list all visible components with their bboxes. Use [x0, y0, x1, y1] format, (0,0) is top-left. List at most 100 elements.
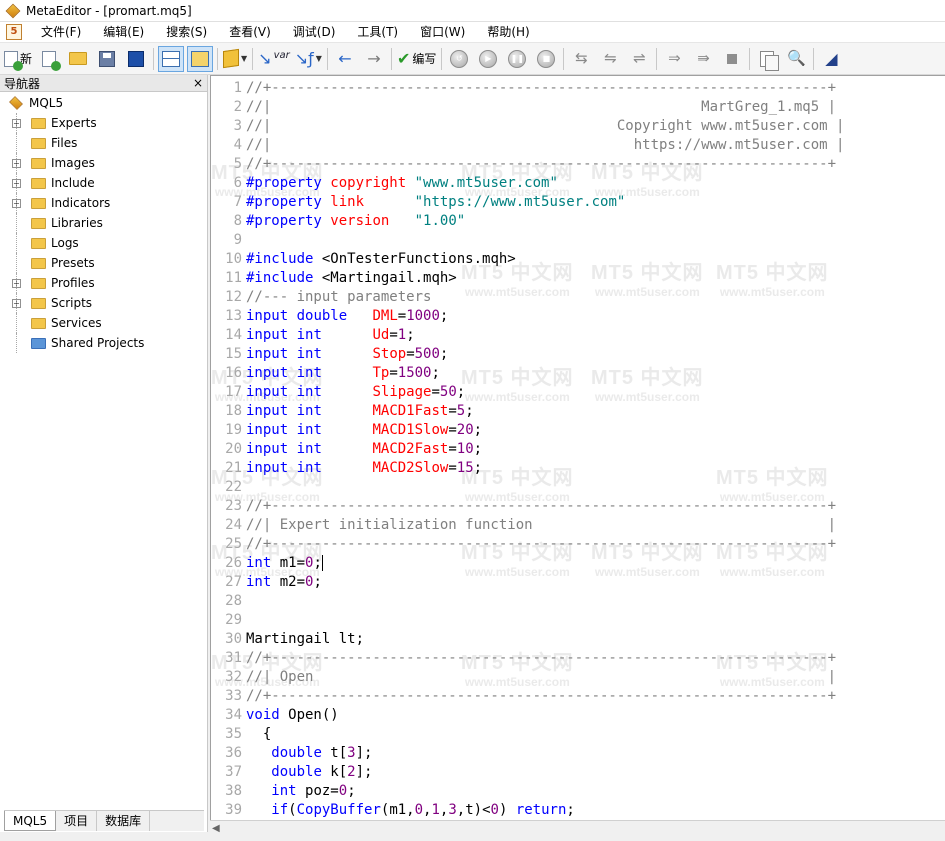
tree-item[interactable]: + Experts: [0, 113, 207, 133]
line-number: 12: [225, 289, 242, 305]
code-token: //+-------------------------------------…: [246, 80, 837, 96]
code-token: int: [296, 460, 322, 476]
stop-profile-button[interactable]: [719, 46, 745, 72]
code-text: double k[2];: [244, 763, 372, 782]
scroll-left-icon[interactable]: ◀: [212, 823, 220, 834]
toolbar-separator: [326, 47, 328, 70]
play-icon: ▶: [479, 49, 498, 68]
code-text: //| MartGreg_1.mq5 |: [244, 98, 836, 117]
horizontal-scrollbar[interactable]: ◀: [210, 820, 945, 837]
tree-item[interactable]: Files: [0, 133, 207, 153]
start-debug-button[interactable]: ▶: [475, 46, 501, 72]
folder-icon: [31, 137, 46, 149]
search-document-icon: 🔍: [787, 49, 806, 67]
tree-connector: [16, 293, 17, 313]
tree-connector: [16, 153, 17, 173]
new-button[interactable]: 新: [3, 46, 33, 72]
reference-book-icon: [223, 48, 240, 69]
menu-item[interactable]: 窗口(W): [409, 22, 476, 43]
document-icon[interactable]: 5: [6, 24, 22, 40]
line-number: 28: [225, 593, 242, 609]
line-number: 19: [225, 422, 242, 438]
tree-item[interactable]: Libraries: [0, 213, 207, 233]
save-button[interactable]: [94, 46, 120, 72]
menu-item[interactable]: 查看(V): [218, 22, 282, 43]
navigator-tab[interactable]: 数据库: [97, 811, 151, 831]
code-token: version: [330, 213, 390, 229]
tree-root-mql5[interactable]: MQL5: [0, 93, 207, 113]
tree-item[interactable]: + Include: [0, 173, 207, 193]
menu-item[interactable]: 帮助(H): [476, 22, 540, 43]
save-all-button[interactable]: [123, 46, 149, 72]
menu-item[interactable]: 编辑(E): [92, 22, 155, 43]
open-button[interactable]: [65, 46, 91, 72]
code-token: 0: [338, 783, 348, 799]
pause-icon: ❚❚: [508, 49, 527, 68]
toolbox-toggle-button[interactable]: [187, 45, 214, 72]
navigator-tab[interactable]: 项目: [56, 811, 98, 831]
navigator-title: 导航器: [4, 76, 41, 91]
back-button[interactable]: ←: [332, 46, 358, 72]
tree-item-label: Presets: [51, 256, 95, 270]
menu-item[interactable]: 文件(F): [30, 22, 92, 43]
code-token: void: [246, 707, 280, 723]
code-token: m1=: [271, 555, 306, 571]
tree-item[interactable]: + Indicators: [0, 193, 207, 213]
insert-variable-button[interactable]: ↘ var: [257, 46, 291, 72]
tree-item[interactable]: + Profiles: [0, 273, 207, 293]
stop-debug-button[interactable]: ■: [533, 46, 559, 72]
debug-history-button[interactable]: ↺: [446, 46, 472, 72]
pause-debug-button[interactable]: ❚❚: [504, 46, 530, 72]
search-files-button[interactable]: 🔍: [783, 46, 809, 72]
compile-button[interactable]: ✔ 编写: [396, 46, 437, 72]
menu-item[interactable]: 调试(D): [282, 22, 347, 43]
insert-function-button[interactable]: ↘ƒ ▼: [294, 46, 323, 72]
line-number: 15: [225, 346, 242, 362]
navigator-tab[interactable]: MQL5: [4, 811, 57, 831]
tree-item[interactable]: Services: [0, 313, 207, 333]
code-token: double: [296, 308, 348, 324]
code-area[interactable]: 1//+------------------------------------…: [211, 79, 844, 820]
line-number: 5: [233, 156, 242, 172]
navigator-toggle-button[interactable]: [158, 45, 185, 72]
profile-button[interactable]: ⇒: [661, 46, 687, 72]
reference-button[interactable]: ▼: [222, 46, 248, 72]
tree-item[interactable]: + Images: [0, 153, 207, 173]
market-button[interactable]: ◢: [818, 46, 844, 72]
tree-item[interactable]: Shared Projects: [0, 333, 207, 353]
menu-item[interactable]: 搜索(S): [155, 22, 218, 43]
step-over-button[interactable]: ⇋: [597, 46, 623, 72]
compile-check-icon: ✔: [396, 48, 411, 68]
blue-folder-icon: [31, 337, 46, 349]
menu-item[interactable]: 工具(T): [346, 22, 409, 43]
new-project-button[interactable]: [36, 46, 62, 72]
profile-real-button[interactable]: ⇛: [690, 46, 716, 72]
tree-item[interactable]: Logs: [0, 233, 207, 253]
stop-icon: ■: [537, 49, 556, 68]
toolbar-separator: [813, 47, 815, 70]
tree-item[interactable]: Presets: [0, 253, 207, 273]
step-out-button[interactable]: ⇌: [626, 46, 652, 72]
code-line: 39 if(CopyBuffer(m1,0,1,3,t)<0) return;: [211, 801, 844, 820]
code-token: DML: [372, 308, 398, 324]
code-text: double t[3];: [244, 744, 372, 763]
code-text: int m2=0;: [244, 573, 322, 592]
step-into-button[interactable]: ⇆: [568, 46, 594, 72]
insert-variable-icon: ↘: [258, 48, 272, 68]
code-line: 32//| Open |: [211, 668, 844, 687]
tree-item[interactable]: + Scripts: [0, 293, 207, 313]
code-editor[interactable]: MT5 中文网 www.mt5user.com MT5 中文网 www.mt5user…: [210, 75, 945, 820]
code-token: 0: [490, 802, 499, 818]
forward-button[interactable]: →: [361, 46, 387, 72]
line-number: 37: [225, 764, 242, 780]
close-icon[interactable]: ×: [193, 76, 203, 90]
code-token: ): [498, 802, 516, 818]
code-text: //| Copyright www.mt5user.com |: [244, 117, 844, 136]
copy-button[interactable]: [754, 46, 780, 72]
code-token: ];: [355, 745, 373, 761]
code-line: 33//+-----------------------------------…: [211, 687, 844, 706]
